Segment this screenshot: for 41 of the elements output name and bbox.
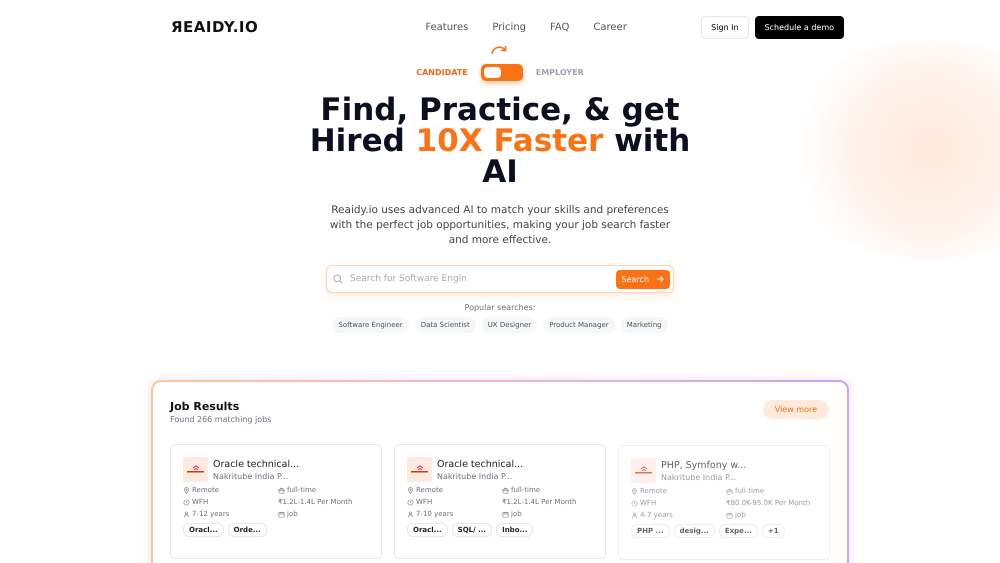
employer-label: EMPLOYER [536, 68, 584, 77]
company-name: Nakritube India P... [437, 472, 514, 480]
location-pin-icon [407, 486, 414, 494]
company-logo-icon [407, 457, 432, 482]
calendar-icon [278, 510, 285, 518]
person-icon [183, 510, 190, 518]
role-toggle[interactable] [480, 64, 523, 81]
results-count: Found 266 matching jobs [170, 415, 272, 424]
curved-arrow-icon [490, 44, 508, 56]
search-icon [333, 274, 343, 284]
nav-link[interactable]: Features [425, 22, 468, 32]
calendar-icon [502, 510, 509, 518]
nav-link[interactable]: Career [593, 22, 627, 32]
job-title: Oracle technical... [213, 458, 300, 470]
popular-searches-label: Popular searches: [464, 303, 536, 312]
job-title: PHP, Symfony w... [661, 460, 746, 470]
location-pin-icon [183, 486, 190, 494]
hero-heading: Find, Practice, & get Hired 10X Faster with AI [308, 95, 692, 188]
company-logo-icon [183, 457, 208, 482]
job-title: Oracle technical... [437, 458, 524, 470]
logo[interactable]: ЯEAIDY.IO [171, 18, 261, 36]
calendar-icon [726, 512, 733, 518]
results-title: Job Results [170, 400, 240, 413]
sign-in-button[interactable]: Sign In [701, 16, 749, 38]
briefcase-icon [726, 488, 733, 494]
arrow-right-icon [656, 275, 664, 283]
person-icon [407, 510, 414, 518]
company-name: Nakritube India P... [661, 472, 738, 482]
schedule-demo-button[interactable]: Schedule a demo [754, 16, 844, 38]
company-name: Nakritube India P... [213, 472, 290, 480]
clock-icon [631, 500, 638, 506]
candidate-label: CANDIDATE [416, 68, 468, 77]
nav-link[interactable]: Pricing [492, 22, 526, 32]
clock-icon [407, 498, 414, 506]
intro-text: Reaidy.io uses advanced AI to match your skills and preferences with the perfect job opportunities, making your job search faster and more effective. [328, 203, 672, 248]
nav-link[interactable]: FAQ [550, 22, 570, 32]
briefcase-icon [502, 486, 509, 494]
clock-icon [183, 498, 190, 506]
person-icon [631, 512, 638, 518]
location-pin-icon [631, 488, 638, 494]
briefcase-icon [278, 486, 285, 494]
